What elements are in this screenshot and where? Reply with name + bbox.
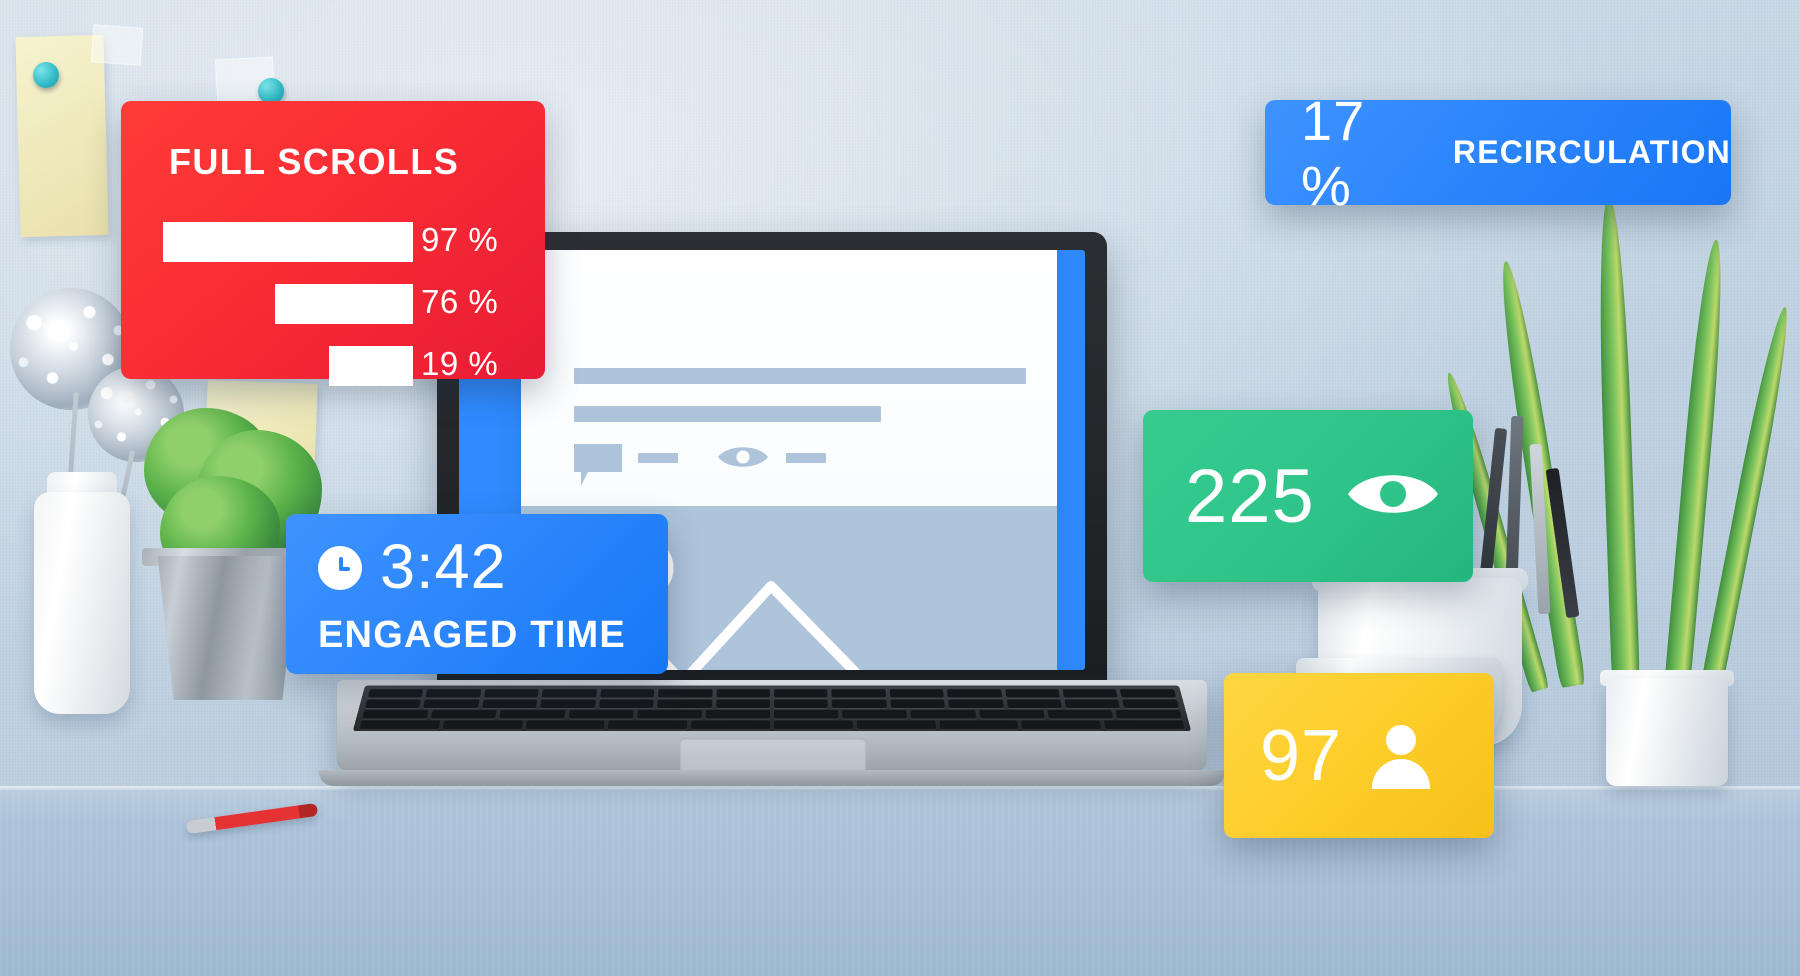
key[interactable] bbox=[657, 689, 713, 698]
full-scrolls-title: FULL SCROLLS bbox=[169, 141, 460, 182]
scroll-bar-2 bbox=[275, 284, 413, 324]
headline-line-1 bbox=[574, 368, 1026, 384]
key[interactable] bbox=[636, 709, 702, 719]
eye-icon bbox=[718, 447, 768, 467]
key[interactable] bbox=[425, 689, 482, 698]
key[interactable] bbox=[910, 709, 976, 719]
key[interactable] bbox=[365, 699, 422, 708]
key[interactable] bbox=[1062, 689, 1119, 698]
comment-icon bbox=[574, 444, 622, 486]
key[interactable] bbox=[541, 689, 597, 698]
key[interactable] bbox=[362, 709, 429, 719]
key[interactable] bbox=[1103, 720, 1185, 730]
key[interactable] bbox=[856, 720, 936, 730]
key[interactable] bbox=[832, 699, 887, 708]
key[interactable] bbox=[842, 709, 908, 719]
key[interactable] bbox=[1047, 709, 1114, 719]
full-scrolls-bar-chart: 97 % 76 % 19 % bbox=[163, 217, 503, 403]
key[interactable] bbox=[599, 689, 655, 698]
key[interactable] bbox=[483, 689, 540, 698]
bar-row: 19 % bbox=[163, 341, 503, 391]
key[interactable] bbox=[608, 720, 688, 730]
key[interactable] bbox=[691, 720, 770, 730]
scroll-bar-1-value: 97 % bbox=[421, 221, 499, 258]
engaged-time-label: ENGAGED TIME bbox=[318, 614, 626, 656]
pushpin-left bbox=[33, 62, 59, 88]
key[interactable] bbox=[715, 689, 770, 698]
key[interactable] bbox=[774, 709, 839, 719]
key[interactable] bbox=[831, 689, 887, 698]
key[interactable] bbox=[889, 689, 945, 698]
laptop-front-edge bbox=[319, 770, 1225, 786]
bar-row: 76 % bbox=[163, 279, 503, 329]
key[interactable] bbox=[568, 709, 634, 719]
scroll-bar-3-value: 19 % bbox=[421, 345, 499, 382]
screenshot-stage: FULL SCROLLS 97 % 76 % 19 % 17 % RECIRCU… bbox=[0, 0, 1800, 976]
key[interactable] bbox=[978, 709, 1045, 719]
key[interactable] bbox=[1064, 699, 1121, 708]
key[interactable] bbox=[598, 699, 654, 708]
metal-pot bbox=[157, 556, 299, 700]
key[interactable] bbox=[499, 709, 566, 719]
engaged-time-row: 3:42 bbox=[318, 536, 507, 599]
key[interactable] bbox=[938, 720, 1019, 730]
key[interactable] bbox=[774, 720, 853, 730]
eye-icon bbox=[1345, 466, 1441, 527]
key[interactable] bbox=[1006, 699, 1063, 708]
view-count-line bbox=[786, 453, 826, 463]
views-value: 225 bbox=[1185, 453, 1315, 539]
card-full-scrolls[interactable]: FULL SCROLLS 97 % 76 % 19 % bbox=[121, 101, 545, 386]
recirculation-label: RECIRCULATION bbox=[1452, 134, 1731, 170]
key[interactable] bbox=[423, 699, 480, 708]
bar-row: 97 % bbox=[163, 217, 503, 267]
key[interactable] bbox=[947, 689, 1003, 698]
engaged-time-value: 3:42 bbox=[380, 532, 507, 602]
key[interactable] bbox=[359, 720, 441, 730]
key[interactable] bbox=[1120, 689, 1177, 698]
card-engaged-time[interactable]: 3:42 ENGAGED TIME bbox=[286, 514, 668, 674]
key[interactable] bbox=[657, 699, 712, 708]
key[interactable] bbox=[367, 689, 424, 698]
card-views[interactable]: 225 bbox=[1143, 410, 1473, 582]
card-users[interactable]: 97 bbox=[1224, 673, 1494, 838]
key[interactable] bbox=[890, 699, 946, 708]
key[interactable] bbox=[481, 699, 538, 708]
clock-icon bbox=[318, 545, 362, 590]
key[interactable] bbox=[525, 720, 606, 730]
white-vase bbox=[34, 492, 130, 714]
scroll-bar-2-value: 76 % bbox=[421, 283, 499, 320]
card-recirculation[interactable]: 17 % RECIRCULATION bbox=[1265, 89, 1731, 217]
key[interactable] bbox=[705, 709, 771, 719]
scroll-bar-3 bbox=[329, 346, 413, 386]
key[interactable] bbox=[540, 699, 596, 708]
key[interactable] bbox=[773, 699, 829, 708]
key[interactable] bbox=[442, 720, 523, 730]
key[interactable] bbox=[430, 709, 498, 719]
users-value: 97 bbox=[1260, 715, 1343, 796]
key[interactable] bbox=[1115, 709, 1182, 719]
key[interactable] bbox=[948, 699, 1004, 708]
key[interactable] bbox=[715, 699, 770, 708]
sticky-tape-1 bbox=[90, 24, 144, 66]
comment-count-line bbox=[638, 453, 678, 463]
sticky-note-1 bbox=[15, 34, 109, 238]
key[interactable] bbox=[773, 689, 828, 698]
white-plant-pot bbox=[1606, 678, 1728, 786]
recirculation-value: 17 % bbox=[1301, 88, 1366, 217]
key[interactable] bbox=[1021, 720, 1102, 730]
person-icon bbox=[1370, 724, 1432, 789]
keyboard[interactable] bbox=[352, 685, 1192, 732]
key[interactable] bbox=[1122, 699, 1179, 708]
key[interactable] bbox=[1004, 689, 1061, 698]
scroll-bar-1 bbox=[163, 222, 413, 262]
headline-line-2 bbox=[574, 406, 881, 422]
